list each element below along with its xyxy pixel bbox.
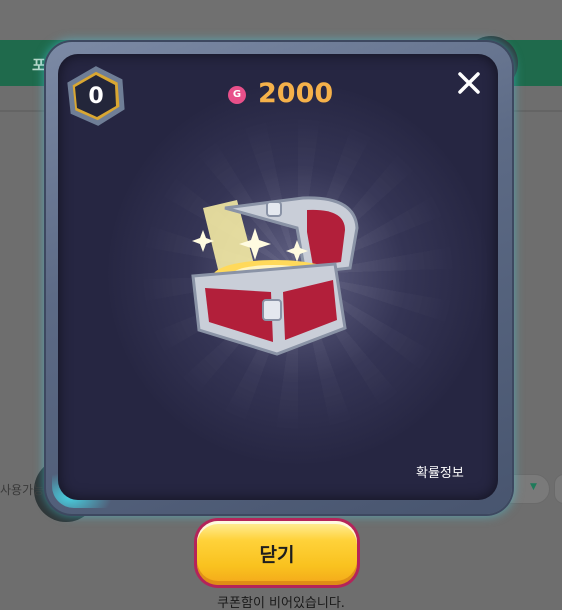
close-icon[interactable] bbox=[452, 66, 486, 100]
gem-icon: G bbox=[228, 86, 246, 104]
top-bar bbox=[0, 0, 562, 40]
close-button[interactable]: 닫기 bbox=[194, 518, 360, 588]
header-tab-label: 포 bbox=[32, 56, 46, 74]
close-button-label: 닫기 bbox=[259, 543, 295, 566]
chevron-down-icon: ▼ bbox=[530, 482, 537, 492]
currency-amount: 2000 bbox=[258, 78, 334, 109]
empty-coupon-message: 쿠폰함이 비어있습니다. bbox=[217, 596, 345, 610]
close-button-face: 닫기 bbox=[197, 521, 357, 585]
probability-info-link[interactable]: 확률정보 bbox=[416, 462, 464, 481]
treasure-chest-icon bbox=[185, 188, 375, 368]
filter-label: 사용가능 bbox=[0, 483, 45, 497]
level-value: 0 bbox=[88, 84, 104, 109]
secondary-select bbox=[554, 474, 562, 504]
